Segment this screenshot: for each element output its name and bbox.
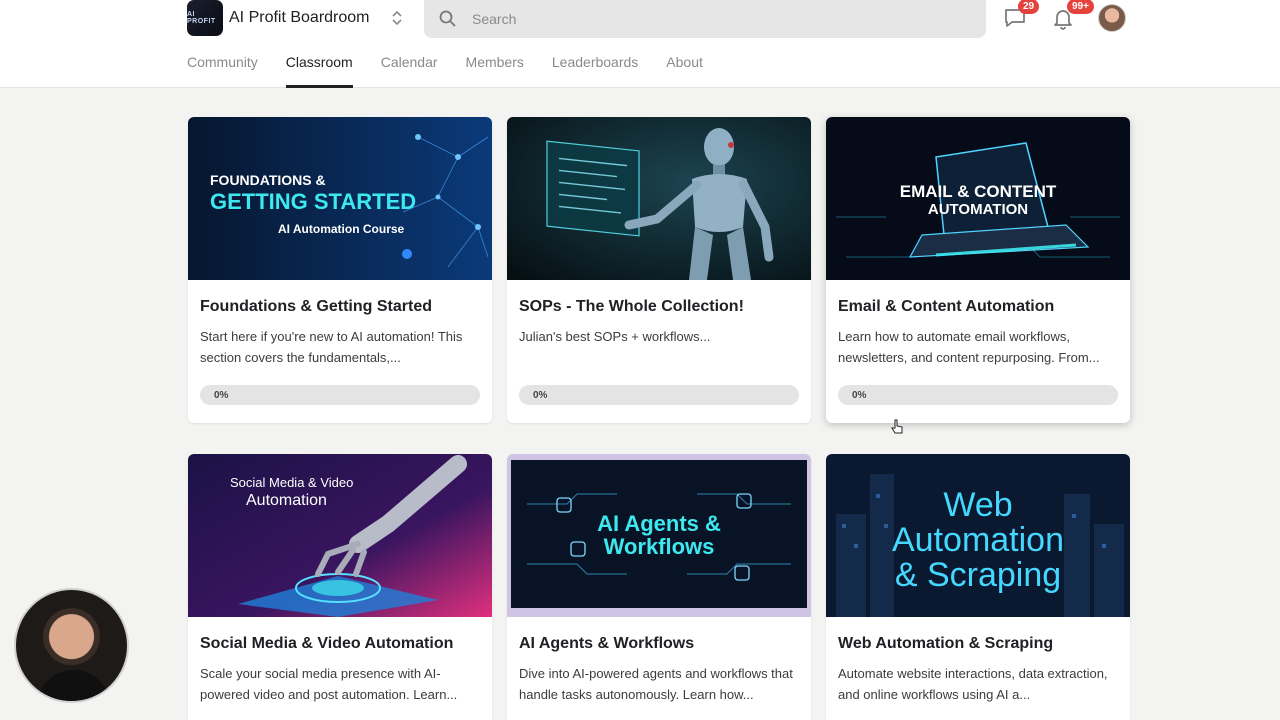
course-thumbnail: AI Agents & Workflows bbox=[507, 454, 811, 617]
logo-text: AI PROFIT bbox=[187, 11, 216, 25]
course-title: Web Automation & Scraping bbox=[838, 635, 1054, 652]
community-name: AI Profit Boardroom bbox=[229, 9, 370, 26]
progress-bar: 0% bbox=[200, 385, 480, 405]
course-description: Scale your social media presence with AI… bbox=[200, 666, 458, 702]
chat-button[interactable]: 29 bbox=[1003, 0, 1040, 30]
tab-about[interactable]: About bbox=[666, 54, 703, 88]
thumb-line1: AI Agents & bbox=[597, 511, 721, 536]
hand-cursor-icon bbox=[891, 419, 903, 434]
thumb-line2: GETTING STARTED bbox=[210, 189, 416, 214]
search-input[interactable] bbox=[472, 11, 952, 27]
course-card-email-content[interactable]: EMAIL & CONTENT AUTOMATION Email & Conte… bbox=[826, 117, 1130, 423]
notifications-badge: 99+ bbox=[1067, 0, 1094, 14]
search-bar[interactable] bbox=[424, 0, 986, 38]
course-card-sops[interactable]: SOPs - The Whole Collection! Julian's be… bbox=[507, 117, 811, 423]
top-bar: AI PROFIT AI Profit Boardroom 29 99+ Com… bbox=[0, 0, 1280, 88]
thumb-line2: AUTOMATION bbox=[928, 201, 1028, 218]
thumb-line2: Automation bbox=[892, 521, 1064, 559]
chevron-updown-icon[interactable] bbox=[388, 8, 406, 28]
course-thumbnail: Web Automation & Scraping bbox=[826, 454, 1130, 617]
robot-hand-artwork: Social Media & Video Automation bbox=[188, 454, 492, 617]
course-thumbnail: FOUNDATIONS & GETTING STARTED AI Automat… bbox=[188, 117, 492, 280]
thumb-line1: EMAIL & CONTENT bbox=[900, 182, 1057, 201]
robot-artwork bbox=[507, 117, 811, 280]
thumb-line1: Web bbox=[943, 486, 1012, 524]
course-thumbnail: EMAIL & CONTENT AUTOMATION bbox=[826, 117, 1130, 280]
course-thumbnail: Social Media & Video Automation bbox=[188, 454, 492, 617]
course-description: Learn how to automate email workflows, n… bbox=[838, 329, 1100, 365]
progress-label: 0% bbox=[214, 389, 229, 401]
progress-label: 0% bbox=[852, 389, 867, 401]
circuit-artwork: AI Agents & Workflows bbox=[507, 454, 811, 617]
thumb-line3: & Scraping bbox=[895, 556, 1061, 594]
community-switcher[interactable]: AI PROFIT AI Profit Boardroom bbox=[187, 0, 370, 36]
progress-label: 0% bbox=[533, 389, 548, 401]
tab-members[interactable]: Members bbox=[466, 54, 524, 88]
course-description: Automate website interactions, data extr… bbox=[838, 666, 1108, 702]
search-icon bbox=[439, 10, 456, 27]
thumb-line1: Social Media & Video bbox=[230, 475, 353, 490]
course-thumbnail bbox=[507, 117, 811, 280]
thumb-line1: FOUNDATIONS & bbox=[210, 172, 326, 188]
course-card-foundations[interactable]: FOUNDATIONS & GETTING STARTED AI Automat… bbox=[188, 117, 492, 423]
course-card-social-media[interactable]: Social Media & Video Automation Social M… bbox=[188, 454, 492, 720]
course-title: SOPs - The Whole Collection! bbox=[519, 298, 744, 315]
chat-badge: 29 bbox=[1018, 0, 1040, 14]
course-title: Email & Content Automation bbox=[838, 298, 1055, 315]
community-logo: AI PROFIT bbox=[187, 0, 223, 36]
thumb-line2: Workflows bbox=[604, 534, 715, 559]
webcam-overlay bbox=[14, 588, 129, 703]
course-title: AI Agents & Workflows bbox=[519, 635, 695, 652]
course-description: Julian's best SOPs + workflows... bbox=[519, 329, 711, 344]
foundations-artwork: FOUNDATIONS & GETTING STARTED AI Automat… bbox=[188, 117, 492, 280]
thumb-line3: AI Automation Course bbox=[278, 222, 405, 236]
tab-community[interactable]: Community bbox=[187, 54, 258, 88]
city-neon-artwork: Web Automation & Scraping bbox=[826, 454, 1130, 617]
course-card-ai-agents[interactable]: AI Agents & Workflows AI Agents & Workfl… bbox=[507, 454, 811, 720]
laptop-artwork: EMAIL & CONTENT AUTOMATION bbox=[826, 117, 1130, 280]
tab-leaderboards[interactable]: Leaderboards bbox=[552, 54, 638, 88]
user-avatar[interactable] bbox=[1098, 4, 1126, 32]
course-title: Foundations & Getting Started bbox=[200, 298, 432, 315]
progress-bar: 0% bbox=[838, 385, 1118, 405]
tab-classroom[interactable]: Classroom bbox=[285, 54, 353, 88]
nav-tabs: Community Classroom Calendar Members Lea… bbox=[187, 54, 731, 88]
thumb-line2: Automation bbox=[246, 492, 327, 509]
tab-calendar[interactable]: Calendar bbox=[381, 54, 438, 88]
course-card-web-automation[interactable]: Web Automation & Scraping Web Automation… bbox=[826, 454, 1130, 720]
course-description: Start here if you're new to AI automatio… bbox=[200, 329, 463, 365]
notifications-button[interactable]: 99+ bbox=[1051, 0, 1094, 30]
course-description: Dive into AI-powered agents and workflow… bbox=[519, 666, 793, 702]
webcam-person bbox=[36, 670, 111, 701]
progress-bar: 0% bbox=[519, 385, 799, 405]
course-title: Social Media & Video Automation bbox=[200, 635, 454, 652]
